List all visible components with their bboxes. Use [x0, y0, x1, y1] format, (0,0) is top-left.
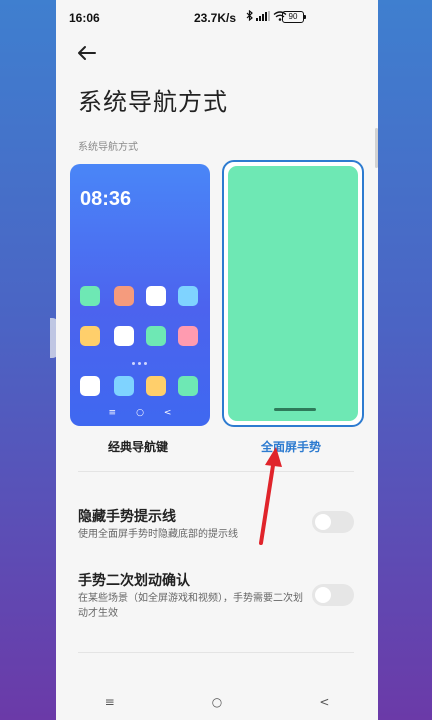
section-label: 系统导航方式: [78, 142, 138, 153]
home-icon[interactable]: ○: [212, 695, 222, 709]
app-icon: [178, 286, 198, 306]
menu-icon[interactable]: ≡: [105, 695, 115, 709]
classic-nav-label[interactable]: 经典导航键: [108, 438, 168, 455]
back-icon: <: [163, 408, 172, 418]
app-icon: [178, 326, 198, 346]
hide-gesture-line-title: 隐藏手势提示线: [78, 509, 176, 525]
divider: [78, 471, 354, 472]
app-icon: [146, 326, 166, 346]
phone-screen: 16:06 23.7K/s 90 系统导航方式 系统导航方式 08:36 ≡ ○…: [56, 0, 378, 720]
network-speed: 23.7K/s: [194, 11, 237, 25]
home-icon: ○: [136, 408, 144, 418]
app-icon: [114, 286, 134, 306]
status-time: 16:06: [69, 11, 100, 25]
app-icon: [146, 286, 166, 306]
double-swipe-toggle[interactable]: [312, 584, 354, 606]
app-icon: [146, 376, 166, 396]
page-indicator-dots: [132, 362, 147, 365]
back-button[interactable]: [74, 40, 100, 66]
scrollbar[interactable]: [375, 128, 378, 168]
app-icon: [80, 376, 100, 396]
gesture-nav-option[interactable]: [222, 160, 364, 427]
system-nav-bar: ≡ ○ <: [56, 684, 378, 720]
annotation-arrow-icon: [259, 447, 282, 545]
double-swipe-title: 手势二次划动确认: [78, 573, 190, 589]
bluetooth-icon: [246, 10, 253, 21]
signal-icon: [256, 10, 270, 21]
battery-icon: 90: [282, 11, 306, 23]
page-title: 系统导航方式: [78, 88, 228, 116]
divider: [78, 652, 354, 653]
hide-gesture-line-toggle[interactable]: [312, 511, 354, 533]
arrow-left-icon: [78, 46, 96, 60]
app-icon: [114, 326, 134, 346]
status-icons: [246, 10, 287, 21]
preview-nav-bar: ≡ ○ <: [70, 408, 210, 418]
status-bar: 16:06 23.7K/s 90: [56, 0, 378, 34]
double-swipe-desc: 在某些场景（如全屏游戏和视频），手势需要二次划动才生效: [78, 593, 303, 619]
classic-nav-option[interactable]: 08:36 ≡ ○ <: [70, 164, 210, 426]
gesture-preview: [228, 166, 358, 421]
app-icon: [178, 376, 198, 396]
preview-clock: 08:36: [80, 188, 132, 210]
app-icon: [114, 376, 134, 396]
app-icon: [80, 286, 100, 306]
app-icon: [80, 326, 100, 346]
menu-icon: ≡: [108, 408, 117, 418]
gesture-hint-line: [274, 408, 316, 411]
back-icon[interactable]: <: [319, 695, 329, 709]
